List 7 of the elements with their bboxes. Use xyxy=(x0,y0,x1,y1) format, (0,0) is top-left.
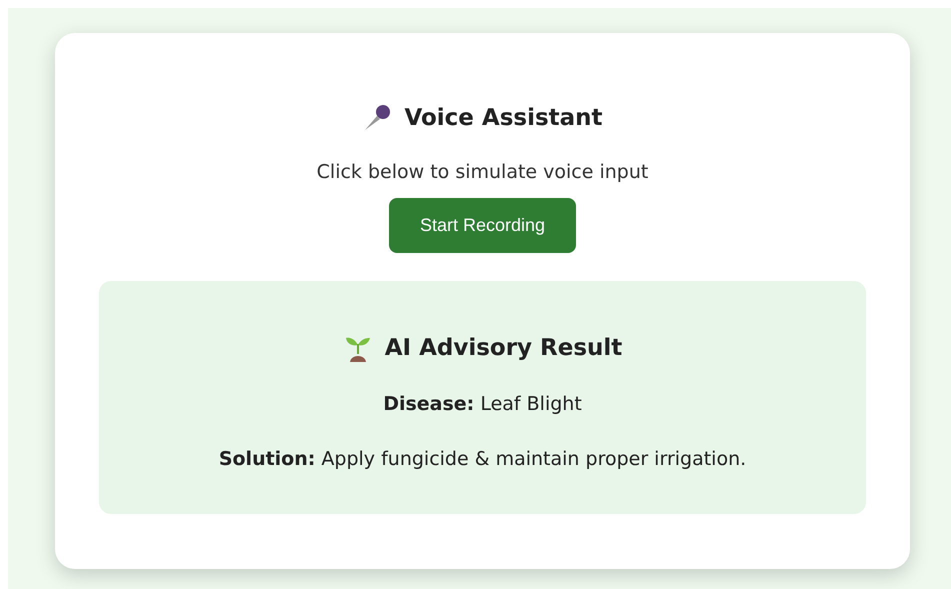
instruction-text: Click below to simulate voice input xyxy=(316,160,648,184)
result-text: Solution: Apply fungicide & maintain proper irrigation. xyxy=(218,447,746,472)
section-title: Voice Assistant xyxy=(404,104,603,133)
result-title: AI Advisory Result xyxy=(384,334,622,363)
result-text: Disease: Leaf Blight xyxy=(383,392,582,416)
microphone-icon xyxy=(362,104,392,132)
start-recording-button[interactable]: Start Recording xyxy=(388,198,576,253)
